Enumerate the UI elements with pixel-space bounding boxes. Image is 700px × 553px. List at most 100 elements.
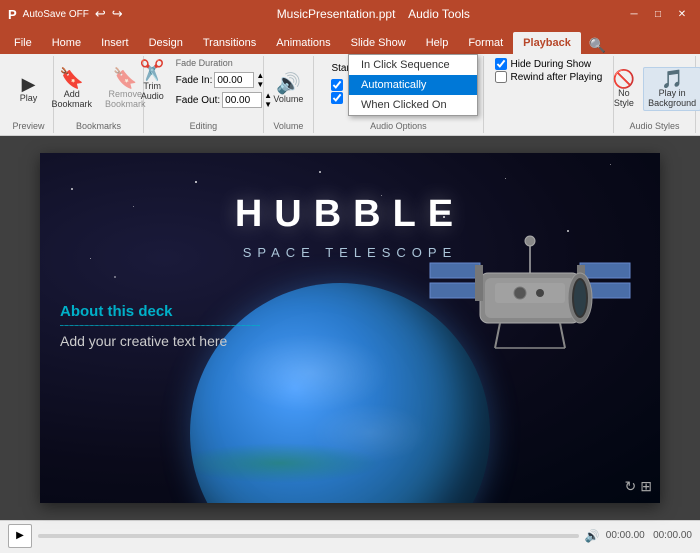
main-content: HUBBLE SPACE TELESCOPE About this deck A…: [0, 136, 700, 520]
play-icon: ▶: [22, 75, 36, 93]
dropdown-item-automatically[interactable]: Automatically: [349, 75, 477, 95]
title-bar-left: P AutoSave OFF ↩ ↪: [8, 6, 123, 22]
editing-group: ✂️ TrimAudio Fade Duration Fade In: ▲▼ F…: [144, 56, 264, 133]
fade-out-label: Fade Out:: [176, 95, 220, 106]
powerpoint-logo: P: [8, 7, 17, 22]
tab-format[interactable]: Format: [458, 32, 513, 54]
redo-icon[interactable]: ↪: [112, 6, 123, 22]
play-icon: ▶: [16, 530, 24, 541]
fade-in-label: Fade In:: [176, 75, 213, 86]
rewind-label: Rewind after Playing: [511, 72, 603, 83]
ribbon: ▶ Play Preview 🔖 AddBookmark 🔖 RemoveBoo…: [0, 54, 700, 136]
bottom-bar: ▶ 🔊 00:00.00 00:00.00: [0, 520, 700, 550]
title-bar: P AutoSave OFF ↩ ↪ MusicPresentation.ppt…: [0, 0, 700, 28]
volume-content: 🔊 Volume: [268, 58, 308, 119]
remove-bookmark-label: RemoveBookmark: [105, 89, 146, 109]
title-bar-center: MusicPresentation.ppt Audio Tools: [123, 7, 624, 21]
audio-tools-label: Audio Tools: [408, 7, 470, 21]
play-label: Play: [20, 93, 38, 103]
audio-options-group-label: Audio Options: [370, 119, 427, 131]
start-dropdown-popup: In Click Sequence Automatically When Cli…: [348, 54, 478, 116]
editing-group-label: Editing: [190, 119, 218, 131]
current-time: 00:00.00: [606, 530, 645, 541]
volume-group: 🔊 Volume Volume: [264, 56, 314, 133]
audio-options-content2: Hide During Show Rewind after Playing: [495, 58, 603, 129]
bookmarks-group-label: Bookmarks: [76, 119, 121, 131]
tab-playback[interactable]: Playback: [513, 32, 581, 54]
tab-home[interactable]: Home: [42, 32, 91, 54]
fade-in-row: Fade In: ▲▼: [176, 71, 272, 89]
volume-label: Volume: [273, 94, 303, 104]
undo-icon[interactable]: ↩: [95, 6, 106, 22]
dropdown-item-click-sequence[interactable]: In Click Sequence: [349, 55, 477, 75]
play-bg-button[interactable]: 🎵 Play inBackground: [643, 67, 700, 111]
tab-help[interactable]: Help: [416, 32, 459, 54]
volume-button[interactable]: 🔊 Volume: [268, 71, 308, 107]
minimize-button[interactable]: ─: [624, 4, 644, 24]
add-bookmark-label: AddBookmark: [51, 89, 92, 109]
audio-styles-group-label: Audio Styles: [629, 119, 679, 131]
total-time: 00:00.00: [653, 530, 692, 541]
volume-icon: 🔊: [276, 74, 301, 94]
no-style-label: NoStyle: [614, 88, 634, 108]
hide-during-show-label: Hide During Show: [511, 59, 592, 70]
fade-out-input[interactable]: [222, 92, 262, 108]
editing-content: ✂️ TrimAudio Fade Duration Fade In: ▲▼ F…: [135, 58, 272, 119]
play-bg-label: Play inBackground: [648, 88, 696, 108]
remove-bookmark-icon: 🔖: [113, 69, 138, 89]
fade-controls: Fade Duration Fade In: ▲▼ Fade Out: ▲▼: [176, 58, 272, 110]
slide-body-text: Add your creative text here: [60, 333, 227, 349]
slide-divider: [60, 325, 260, 326]
fade-in-input[interactable]: [214, 72, 254, 88]
slide-area: HUBBLE SPACE TELESCOPE About this deck A…: [0, 136, 700, 520]
no-style-button[interactable]: 🚫 NoStyle: [608, 67, 640, 111]
add-bookmark-button[interactable]: 🔖 AddBookmark: [46, 66, 97, 112]
preview-group-label: Preview: [12, 119, 44, 131]
tab-file[interactable]: File: [4, 32, 42, 54]
preview-content: ▶ Play: [13, 58, 45, 119]
add-bookmark-icon: 🔖: [59, 69, 84, 89]
tab-insert[interactable]: Insert: [91, 32, 139, 54]
tab-design[interactable]: Design: [139, 32, 193, 54]
search-icon[interactable]: 🔍: [589, 37, 606, 54]
autosave-label[interactable]: AutoSave OFF: [23, 9, 89, 20]
volume-icon[interactable]: 🔊: [585, 529, 600, 543]
hide-during-show-checkbox[interactable]: [495, 58, 507, 70]
loop-checkbox[interactable]: [331, 92, 343, 104]
dropdown-item-when-clicked[interactable]: When Clicked On: [349, 95, 477, 115]
ribbon-tabs: File Home Insert Design Transitions Anim…: [0, 28, 700, 54]
slide[interactable]: HUBBLE SPACE TELESCOPE About this deck A…: [40, 153, 660, 503]
rewind-row: Rewind after Playing: [495, 71, 603, 83]
rewind-checkbox[interactable]: [495, 71, 507, 83]
play-across-checkbox[interactable]: [331, 79, 343, 91]
tab-animations[interactable]: Animations: [266, 32, 340, 54]
play-pause-button[interactable]: ▶: [8, 524, 32, 548]
audio-options-group2: Hide During Show Rewind after Playing: [484, 56, 614, 133]
slide-about-label: About this deck: [60, 303, 173, 320]
time-display: 00:00.00 00:00.00: [606, 530, 692, 541]
no-style-icon: 🚫: [613, 70, 635, 88]
bookmarks-group: 🔖 AddBookmark 🔖 RemoveBookmark Bookmarks: [54, 56, 144, 133]
fade-out-row: Fade Out: ▲▼: [176, 91, 272, 109]
slide-bottom-icons: ↻ ⊞: [625, 478, 652, 495]
rotate-icon[interactable]: ↻: [625, 478, 637, 495]
bookmarks-content: 🔖 AddBookmark 🔖 RemoveBookmark: [46, 58, 150, 119]
remove-bookmark-button[interactable]: 🔖 RemoveBookmark: [100, 66, 151, 112]
restore-button[interactable]: □: [648, 4, 668, 24]
audio-styles-content: 🚫 NoStyle 🎵 Play inBackground: [608, 58, 700, 119]
tab-transitions[interactable]: Transitions: [193, 32, 266, 54]
progress-bar[interactable]: [38, 534, 579, 538]
hide-during-show-row: Hide During Show: [495, 58, 592, 70]
fade-duration-label: Fade Duration: [176, 58, 272, 68]
slide-subtitle: SPACE TELESCOPE: [40, 245, 660, 260]
close-button[interactable]: ✕: [672, 4, 692, 24]
volume-group-label: Volume: [273, 119, 303, 131]
grid-icon[interactable]: ⊞: [640, 478, 652, 495]
tab-slideshow[interactable]: Slide Show: [341, 32, 416, 54]
filename: MusicPresentation.ppt: [277, 7, 396, 21]
window-controls: ─ □ ✕: [624, 4, 692, 24]
play-button[interactable]: ▶ Play: [13, 72, 45, 106]
slide-title: HUBBLE: [40, 193, 660, 236]
audio-styles-group: 🚫 NoStyle 🎵 Play inBackground Audio Styl…: [614, 56, 696, 133]
play-bg-icon: 🎵: [661, 70, 683, 88]
